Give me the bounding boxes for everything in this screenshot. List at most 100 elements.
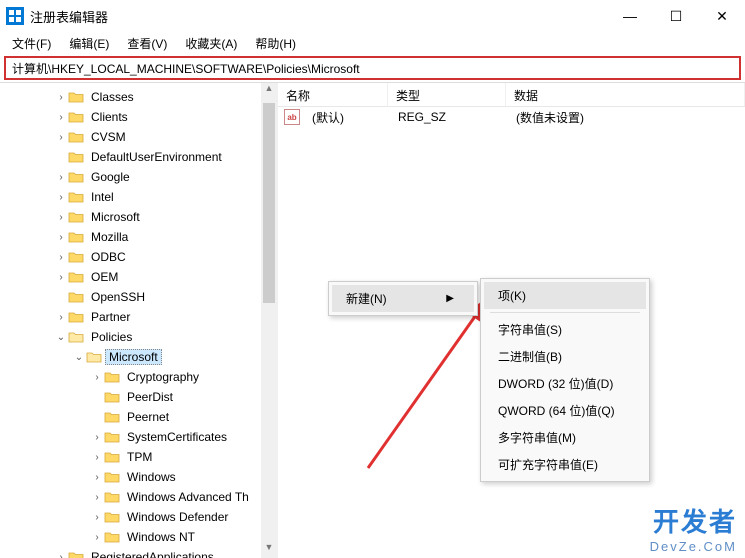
expand-icon[interactable]: ›	[90, 492, 104, 503]
tree-item-registeredapplications[interactable]: › RegisteredApplications	[0, 547, 277, 558]
tree-label: Windows	[123, 470, 180, 484]
expand-icon[interactable]: ›	[90, 432, 104, 443]
expand-icon[interactable]: ›	[90, 532, 104, 543]
tree-label: Microsoft	[87, 210, 144, 224]
collapse-icon[interactable]: ⌄	[72, 352, 86, 363]
expand-icon[interactable]: ›	[90, 452, 104, 463]
tree-item-microsoft[interactable]: ⌄Microsoft	[0, 347, 277, 367]
tree-label: DefaultUserEnvironment	[87, 150, 226, 164]
value-data: (数值未设置)	[508, 109, 592, 126]
tree-label: Cryptography	[123, 370, 203, 384]
tree-item-odbc[interactable]: ›ODBC	[0, 247, 277, 267]
tree-item-policies[interactable]: ⌄Policies	[0, 327, 277, 347]
tree-item-oem[interactable]: ›OEM	[0, 267, 277, 287]
tree-label: PeerDist	[123, 390, 177, 404]
tree-item-openssh[interactable]: OpenSSH	[0, 287, 277, 307]
tree-item-microsoft[interactable]: › Microsoft	[0, 207, 277, 227]
menu-bar: 文件(F) 编辑(E) 查看(V) 收藏夹(A) 帮助(H)	[0, 32, 745, 54]
menu-help[interactable]: 帮助(H)	[247, 33, 304, 54]
expand-icon[interactable]: ›	[54, 92, 68, 103]
submenu-item[interactable]: 多字符串值(M)	[484, 424, 646, 451]
tree-item-windows-nt[interactable]: ›Windows NT	[0, 527, 277, 547]
expand-icon[interactable]: ›	[90, 472, 104, 483]
context-submenu[interactable]: 项(K) 字符串值(S)二进制值(B)DWORD (32 位)值(D)QWORD …	[480, 278, 650, 482]
close-button[interactable]: ✕	[699, 0, 745, 32]
expand-icon[interactable]: ›	[54, 252, 68, 263]
expand-icon[interactable]: ›	[90, 512, 104, 523]
tree-item-cryptography[interactable]: › Cryptography	[0, 367, 277, 387]
scroll-down-icon[interactable]: ▼	[261, 542, 277, 558]
expand-icon[interactable]: ›	[54, 272, 68, 283]
tree-item-systemcertificates[interactable]: ›SystemCertificates	[0, 427, 277, 447]
expand-icon[interactable]: ›	[54, 132, 68, 143]
main-pane: ›Classes›Clients›CVSMDefaultUserEnvironm…	[0, 82, 745, 558]
minimize-button[interactable]: —	[607, 0, 653, 32]
tree-scrollbar[interactable]: ▲ ▼	[261, 83, 277, 558]
tree-label: Mozilla	[87, 230, 132, 244]
menu-edit[interactable]: 编辑(E)	[61, 33, 117, 54]
submenu-item[interactable]: 项(K)	[484, 282, 646, 309]
tree-item-cvsm[interactable]: › CVSM	[0, 127, 277, 147]
address-bar[interactable]: 计算机\HKEY_LOCAL_MACHINE\SOFTWARE\Policies…	[4, 56, 741, 80]
context-new[interactable]: 新建(N) ▶	[332, 285, 474, 312]
tree-label: Windows Defender	[123, 510, 232, 524]
scroll-up-icon[interactable]: ▲	[261, 83, 277, 99]
tree-label: CVSM	[87, 130, 130, 144]
context-menu[interactable]: 新建(N) ▶	[328, 281, 478, 316]
submenu-item[interactable]: 可扩充字符串值(E)	[484, 451, 646, 478]
tree-item-clients[interactable]: ›Clients	[0, 107, 277, 127]
expand-icon[interactable]: ›	[54, 552, 68, 558]
app-icon	[6, 7, 24, 25]
tree-item-windows-defender[interactable]: › Windows Defender	[0, 507, 277, 527]
tree-item-partner[interactable]: › Partner	[0, 307, 277, 327]
tree-item-peernet[interactable]: Peernet	[0, 407, 277, 427]
expand-icon[interactable]: ›	[90, 372, 104, 383]
window-title: 注册表编辑器	[30, 7, 607, 26]
tree-item-tpm[interactable]: › TPM	[0, 447, 277, 467]
list-row[interactable]: ab (默认) REG_SZ (数值未设置)	[278, 107, 745, 127]
tree-label: Classes	[87, 90, 138, 104]
tree-item-peerdist[interactable]: PeerDist	[0, 387, 277, 407]
expand-icon[interactable]: ›	[54, 312, 68, 323]
scroll-thumb[interactable]	[263, 103, 275, 303]
collapse-icon[interactable]: ⌄	[54, 332, 68, 343]
tree-label: Windows Advanced Th	[123, 490, 253, 504]
tree-label: TPM	[123, 450, 156, 464]
tree-item-google[interactable]: ›Google	[0, 167, 277, 187]
tree-label: RegisteredApplications	[87, 550, 218, 558]
context-new-label: 新建(N)	[346, 290, 387, 307]
tree-label: Peernet	[123, 410, 173, 424]
expand-icon[interactable]: ›	[54, 112, 68, 123]
tree-item-windows-advanced-th[interactable]: › Windows Advanced Th	[0, 487, 277, 507]
tree-item-classes[interactable]: › Classes	[0, 87, 277, 107]
menu-favorites[interactable]: 收藏夹(A)	[177, 33, 245, 54]
menu-separator	[490, 312, 640, 313]
tree-item-intel[interactable]: › Intel	[0, 187, 277, 207]
value-list[interactable]: 名称 类型 数据 ab (默认) REG_SZ (数值未设置) 新建(N) ▶ …	[278, 83, 745, 558]
submenu-item[interactable]: 二进制值(B)	[484, 343, 646, 370]
maximize-button[interactable]: ☐	[653, 0, 699, 32]
value-type: REG_SZ	[390, 110, 508, 124]
value-name: (默认)	[304, 109, 390, 126]
string-value-icon: ab	[284, 109, 300, 125]
expand-icon[interactable]: ›	[54, 192, 68, 203]
title-bar: 注册表编辑器 — ☐ ✕	[0, 0, 745, 32]
submenu-item[interactable]: DWORD (32 位)值(D)	[484, 370, 646, 397]
expand-icon[interactable]: ›	[54, 232, 68, 243]
menu-view[interactable]: 查看(V)	[119, 33, 175, 54]
tree-label: Intel	[87, 190, 118, 204]
registry-tree[interactable]: ›Classes›Clients›CVSMDefaultUserEnvironm…	[0, 83, 278, 558]
tree-label: Partner	[87, 310, 134, 324]
submenu-item[interactable]: QWORD (64 位)值(Q)	[484, 397, 646, 424]
col-type[interactable]: 类型	[388, 83, 506, 106]
tree-item-windows[interactable]: › Windows	[0, 467, 277, 487]
submenu-item[interactable]: 字符串值(S)	[484, 316, 646, 343]
menu-file[interactable]: 文件(F)	[4, 33, 59, 54]
submenu-arrow-icon: ▶	[416, 293, 454, 304]
expand-icon[interactable]: ›	[54, 172, 68, 183]
col-name[interactable]: 名称	[278, 83, 388, 106]
tree-item-mozilla[interactable]: › Mozilla	[0, 227, 277, 247]
tree-item-defaultuserenvironment[interactable]: DefaultUserEnvironment	[0, 147, 277, 167]
col-data[interactable]: 数据	[506, 83, 745, 106]
expand-icon[interactable]: ›	[54, 212, 68, 223]
